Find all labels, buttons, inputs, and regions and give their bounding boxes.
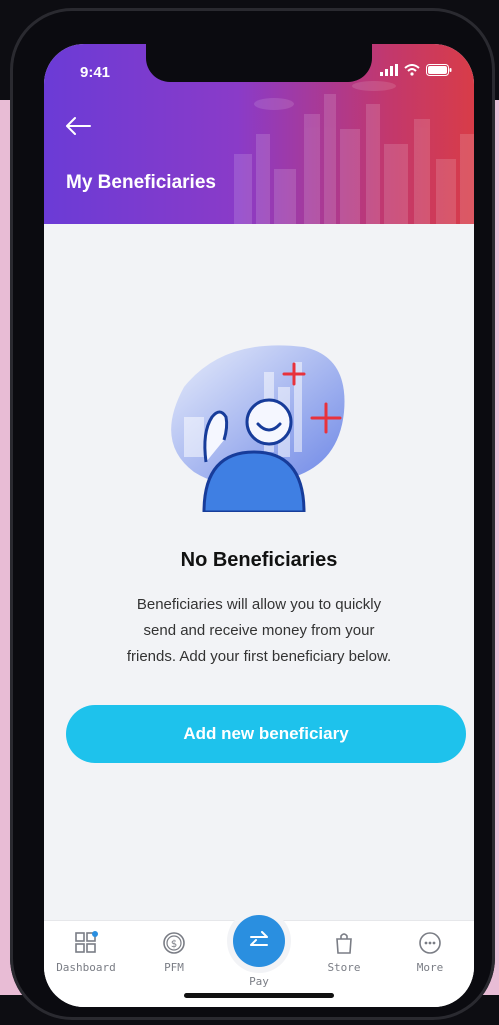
tab-pfm[interactable]: $ PFM xyxy=(134,931,214,974)
empty-state-title: No Beneficiaries xyxy=(180,549,338,571)
description-line: Beneficiaries will allow you to quickly xyxy=(136,596,382,613)
tab-label: PFM xyxy=(164,961,184,974)
tab-dashboard[interactable]: Dashboard xyxy=(46,931,126,974)
city-skyline-illustration xyxy=(234,81,474,224)
dollar-coin-icon: $ xyxy=(163,932,185,954)
tab-pay[interactable]: Pay xyxy=(219,915,299,988)
tab-store[interactable]: Store xyxy=(304,931,384,974)
tab-more[interactable]: More xyxy=(390,931,470,974)
back-arrow-icon[interactable] xyxy=(64,116,92,136)
add-beneficiary-button[interactable]: Add new beneficiary xyxy=(66,705,466,763)
phone-frame: 9:41 My Beneficiaries No Beneficiaries B… xyxy=(10,8,495,1020)
battery-icon xyxy=(426,64,452,76)
tab-label: Pay xyxy=(249,975,269,988)
tab-label: Store xyxy=(327,961,361,974)
status-time: 9:41 xyxy=(80,64,111,81)
status-icons xyxy=(380,64,452,76)
pay-button[interactable] xyxy=(233,915,285,967)
more-dots-icon xyxy=(419,932,441,954)
signal-icon xyxy=(380,64,398,76)
description-line: send and receive money from your xyxy=(143,622,375,639)
device-notch xyxy=(146,44,372,82)
wifi-icon xyxy=(404,64,420,76)
svg-text:$: $ xyxy=(171,939,177,950)
description-line: friends. Add your first beneficiary belo… xyxy=(126,648,392,665)
empty-state-description: Beneficiaries will allow you to quickly … xyxy=(84,592,434,670)
bottom-tab-bar: Dashboard $ PFM Pay Store More xyxy=(44,915,474,1007)
shopping-bag-icon xyxy=(336,933,352,954)
tab-label: More xyxy=(416,961,444,974)
home-indicator xyxy=(184,993,334,998)
transfer-arrows-icon xyxy=(250,931,268,946)
no-beneficiaries-illustration xyxy=(171,345,345,512)
app-screen: 9:41 My Beneficiaries No Beneficiaries B… xyxy=(44,44,474,1007)
tab-label: Dashboard xyxy=(56,961,116,974)
page-title: My Beneficiaries xyxy=(66,172,216,193)
dashboard-icon xyxy=(75,931,98,953)
